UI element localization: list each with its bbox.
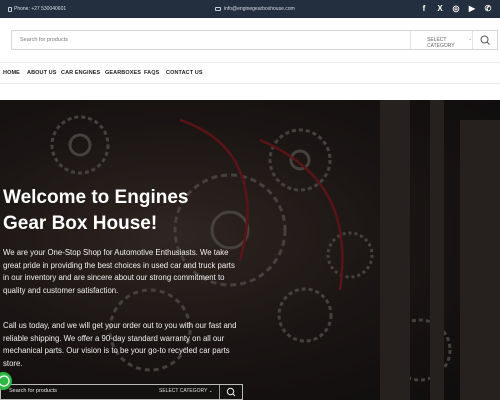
facebook-icon[interactable]: f	[420, 4, 428, 14]
chevron-down-icon: ⌄	[208, 388, 213, 394]
hero-search-input[interactable]: Search for products	[9, 388, 57, 394]
nav-item-faqs[interactable]: FAQS	[144, 70, 159, 76]
main-navigation: HOME ABOUT US CAR ENGINES GEARBOXES FAQS…	[0, 62, 500, 84]
social-links: f X ◎ ▶ ✆	[420, 4, 492, 14]
hero-category-select[interactable]: SELECT CATEGORY ⌄	[159, 388, 213, 394]
x-icon[interactable]: X	[436, 4, 444, 14]
phone-icon	[8, 6, 12, 12]
hero-category-select-label: SELECT CATEGORY	[159, 388, 208, 394]
hero-search-bar: Search for products SELECT CATEGORY ⌄	[0, 384, 243, 400]
whatsapp-chat-button[interactable]	[0, 372, 12, 390]
nav-item-about-us[interactable]: ABOUT US	[27, 70, 57, 76]
whatsapp-icon	[0, 375, 10, 387]
hero-title-line-1: Welcome to Engines	[3, 187, 189, 208]
header-search-bar: Search for products SELECT CATEGORY ⌄	[11, 30, 498, 50]
search-icon	[226, 387, 236, 397]
whatsapp-icon[interactable]: ✆	[484, 4, 492, 14]
nav-item-contact-us[interactable]: CONTACT US	[166, 70, 203, 76]
hero-paragraph-intro: We are your One-Stop Shop for Automotive…	[3, 248, 235, 295]
email-text: info@enginegearboxhouse.com	[224, 6, 295, 12]
top-bar: Phone: +27 530040601 info@enginegearboxh…	[0, 0, 500, 18]
youtube-icon[interactable]: ▶	[468, 4, 476, 14]
mail-icon	[215, 7, 221, 11]
hero-title-line-2: Gear Box House!	[3, 213, 158, 234]
phone-contact[interactable]: Phone: +27 530040601	[8, 6, 66, 12]
instagram-icon[interactable]: ◎	[452, 4, 460, 14]
phone-text: Phone: +27 530040601	[14, 6, 67, 12]
search-button[interactable]	[472, 31, 497, 49]
search-icon	[480, 35, 490, 45]
email-contact[interactable]: info@enginegearboxhouse.com	[215, 6, 295, 12]
search-input[interactable]: Search for products	[20, 37, 68, 43]
hero-paragraph-shipping: Call us today, and we will get your orde…	[3, 321, 237, 368]
hero-title: Welcome to Engines Gear Box House!	[3, 185, 263, 237]
hero-section: Welcome to Engines Gear Box House! We ar…	[0, 100, 500, 400]
hero-search-button[interactable]	[219, 385, 242, 399]
nav-item-gearboxes[interactable]: GEARBOXES	[105, 70, 141, 76]
nav-item-home[interactable]: HOME	[3, 70, 20, 76]
category-select[interactable]: SELECT CATEGORY ⌄	[410, 31, 475, 49]
nav-item-car-engines[interactable]: CAR ENGINES	[61, 70, 100, 76]
